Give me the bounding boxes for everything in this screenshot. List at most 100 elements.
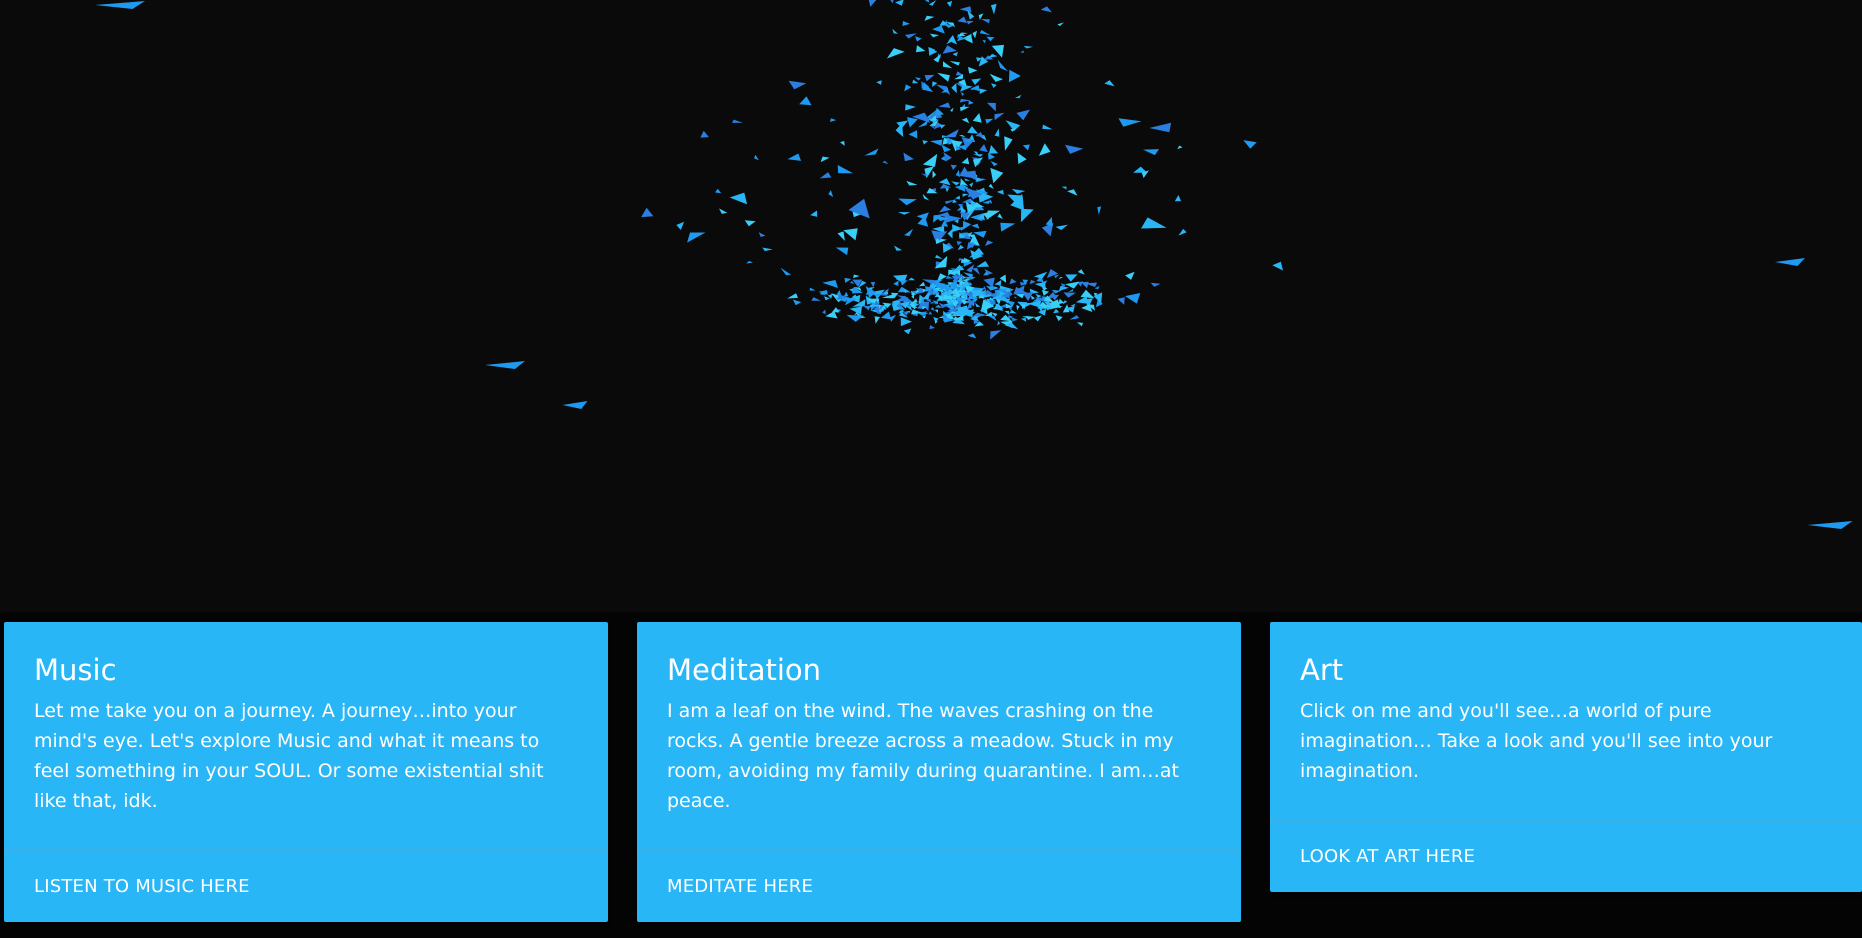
particle — [732, 119, 743, 123]
particle — [1141, 217, 1167, 229]
particle — [1035, 293, 1042, 298]
particle — [1016, 109, 1030, 121]
particle — [864, 148, 879, 156]
particle — [969, 281, 973, 287]
card-action-meditation: MEDITATE HERE — [637, 850, 1241, 922]
particle — [955, 169, 960, 177]
particle — [1178, 228, 1187, 236]
card-title-art: Art — [1300, 653, 1344, 687]
particle — [966, 264, 975, 273]
particle — [892, 28, 898, 34]
particle — [939, 124, 946, 129]
card-title-meditation: Meditation — [667, 653, 822, 687]
particle — [996, 189, 1004, 195]
particle — [967, 126, 979, 134]
particle — [1075, 295, 1088, 304]
particle — [1081, 281, 1089, 289]
particle — [1104, 80, 1115, 87]
particle — [922, 153, 938, 167]
particle — [969, 182, 974, 188]
particle — [962, 220, 972, 230]
particle — [972, 267, 980, 275]
particle — [830, 118, 837, 122]
particle — [835, 247, 849, 256]
particle — [1040, 6, 1052, 13]
particle — [1033, 315, 1042, 322]
particle — [979, 30, 991, 36]
particle — [780, 267, 792, 276]
particle — [988, 145, 999, 154]
particle — [799, 96, 812, 106]
particle — [951, 181, 961, 186]
particle — [907, 117, 918, 128]
particle — [1033, 271, 1048, 279]
particle — [962, 193, 969, 197]
particle — [958, 134, 966, 138]
particle — [913, 298, 918, 303]
particle — [1150, 282, 1161, 287]
card-action-music: LISTEN TO MUSIC HERE — [4, 850, 608, 922]
particle — [946, 0, 953, 8]
particle — [997, 320, 1001, 326]
particle-streak — [562, 401, 588, 409]
particle — [1272, 261, 1283, 271]
look-at-art-link[interactable]: LOOK AT ART HERE — [1300, 846, 1475, 867]
particle — [976, 261, 990, 267]
particle — [967, 333, 977, 339]
particle — [942, 45, 957, 54]
particle — [1097, 206, 1102, 215]
particle — [985, 118, 994, 124]
meditate-link[interactable]: MEDITATE HERE — [667, 876, 813, 897]
particle — [900, 280, 908, 286]
particle — [1004, 310, 1010, 315]
particle — [846, 315, 864, 322]
particle — [957, 16, 967, 23]
particle — [1057, 22, 1064, 27]
particle — [941, 144, 952, 153]
particle — [1125, 271, 1135, 280]
particle-streak — [1807, 521, 1853, 529]
particle — [1030, 295, 1035, 300]
particle — [973, 154, 983, 157]
particle — [938, 102, 951, 108]
particle — [932, 25, 945, 34]
card-text-music: Let me take you on a journey. A journey…… — [34, 700, 544, 812]
particle — [974, 302, 981, 307]
particle — [729, 192, 748, 205]
particle — [972, 30, 977, 39]
particle — [997, 59, 1008, 72]
particle — [787, 153, 802, 161]
particle — [950, 164, 958, 170]
particle-swarm — [95, 0, 1853, 529]
particle — [893, 280, 899, 286]
card-text-meditation: I am a leaf on the wind. The waves crash… — [667, 700, 1179, 812]
particle — [1029, 279, 1036, 285]
particle — [997, 213, 1003, 219]
card-row: Music Let me take you on a journey. A jo… — [0, 612, 1862, 938]
music-card: Music Let me take you on a journey. A jo… — [4, 622, 608, 922]
particle — [843, 291, 849, 297]
particle — [903, 152, 914, 162]
particle — [1065, 274, 1078, 282]
particle — [1063, 292, 1076, 298]
particle — [890, 0, 894, 4]
particle — [994, 280, 1002, 286]
particle — [874, 316, 880, 324]
particle — [990, 3, 997, 15]
particle — [1045, 217, 1053, 227]
particle-streak — [485, 361, 525, 369]
particle — [960, 92, 965, 96]
particle — [809, 287, 816, 291]
particle — [1068, 289, 1074, 293]
art-card: Art Click on me and you'll see…a world o… — [1270, 622, 1862, 892]
particle — [1142, 149, 1159, 156]
particle — [936, 84, 951, 96]
particle — [952, 52, 958, 57]
particle — [819, 172, 832, 179]
particle — [932, 170, 937, 179]
particle — [990, 167, 1004, 184]
listen-to-music-link[interactable]: LISTEN TO MUSIC HERE — [34, 876, 250, 897]
particle — [792, 299, 802, 306]
particle — [1055, 315, 1063, 322]
particle — [1000, 222, 1016, 232]
